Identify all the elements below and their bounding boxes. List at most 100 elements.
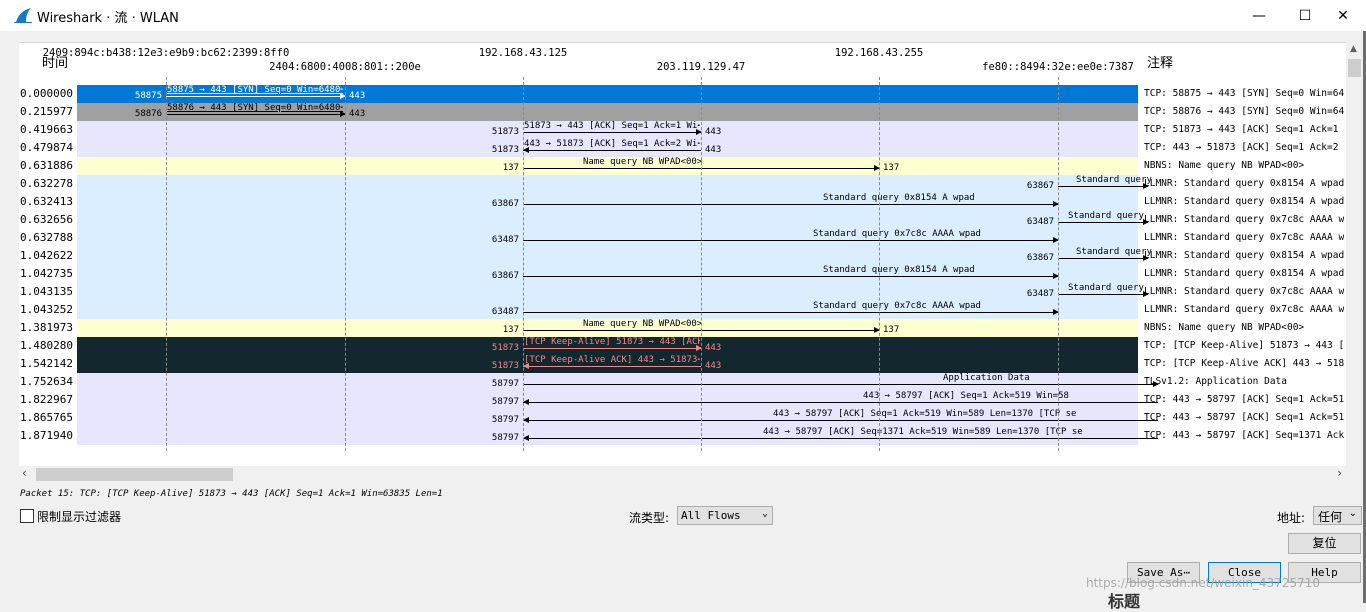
- flow-graph[interactable]: 时间 注释 2409:894c:b438:12e3:e9b9:bc62:2399…: [19, 42, 1346, 467]
- flow-arrow-line: [523, 276, 1058, 277]
- flow-row[interactable]: 1.752634 Application Data 58797 TLSv1.2: Ap…: [19, 373, 1346, 391]
- row-time: 1.542142: [20, 357, 73, 370]
- row-note: LLMNR: Standard query 0x8154 A wpad: [1144, 250, 1344, 261]
- source-port: 51873: [491, 361, 519, 371]
- row-time: 1.381973: [20, 321, 73, 334]
- minimize-button[interactable]: —: [1236, 0, 1282, 31]
- flow-label: Standard query 0x7c8c AAAA wpad: [813, 301, 981, 311]
- vertical-scrollbar[interactable]: ▲: [1346, 42, 1363, 466]
- flow-label: [TCP Keep-Alive] 51873 → 443 [ACK⋯: [524, 337, 700, 347]
- flow-row[interactable]: 0.632413 Standard query 0x8154 A wpad 6386…: [19, 193, 1346, 211]
- source-port: 63487: [1026, 217, 1054, 227]
- flow-row[interactable]: 0.631886 Name query NB WPAD<00> 137 137 NBNS…: [19, 157, 1346, 175]
- source-port: 63867: [491, 271, 519, 281]
- row-note: TCP: 51873 → 443 [ACK] Seq=1 Ack=1 W⋯: [1144, 124, 1344, 135]
- host-header-bottom-0: 2404:6800:4008:801::200e: [269, 61, 421, 73]
- host-header-top-2: 192.168.43.255: [834, 47, 924, 59]
- row-note: TLSv1.2: Application Data: [1144, 376, 1287, 387]
- lifeline: [701, 77, 702, 451]
- flow-row[interactable]: 0.215977 58876 → 443 [SYN] Seq=0 Win=6480…: [19, 103, 1346, 121]
- flow-arrow-line: [523, 312, 1058, 313]
- row-note: LLMNR: Standard query 0x8154 A wpad: [1144, 178, 1344, 189]
- flow-row[interactable]: 1.822967 443 → 58797 [ACK] Seq=1 Ack=519 …: [19, 391, 1346, 409]
- row-time: 1.043252: [20, 303, 73, 316]
- limit-filter-checkbox[interactable]: [20, 509, 34, 523]
- flow-row[interactable]: 1.042735 Standard query 0x8154 A wpad 6386…: [19, 265, 1346, 283]
- row-time: 1.752634: [20, 375, 73, 388]
- flow-arrow-line: [523, 240, 1058, 241]
- dest-port: 137: [883, 325, 900, 335]
- row-time: 0.632788: [20, 231, 73, 244]
- title-bar: Wireshark · 流 · WLAN — ☐ ✕: [0, 0, 1366, 31]
- row-time: 1.865765: [20, 411, 73, 424]
- row-band: [77, 211, 1138, 229]
- flow-row[interactable]: 0.632278Standard query 0x8154 A wpad6386…: [19, 175, 1346, 193]
- flow-label: [TCP Keep-Alive ACK] 443 → 51873⋯: [524, 355, 700, 365]
- flow-row[interactable]: 0.479874 443 → 51873 [ACK] Seq=1 Ack=2 Wi…: [19, 139, 1346, 157]
- flow-row[interactable]: 0.419663 51873 → 443 [ACK] Seq=1 Ack=1 Wi…: [19, 121, 1346, 139]
- host-header-top-0: 2409:894c:b438:12e3:e9b9:bc62:2399:8ff0: [42, 47, 290, 59]
- row-note: TCP: [TCP Keep-Alive ACK] 443 → 5187⋯: [1144, 358, 1344, 369]
- row-note: LLMNR: Standard query 0x7c8c AAAA wpad: [1144, 304, 1344, 315]
- flow-row[interactable]: 1.542142 [TCP Keep-Alive ACK] 443 → 51873…: [19, 355, 1346, 373]
- source-port: 137: [502, 325, 519, 335]
- flow-type-label: 流类型:: [629, 511, 670, 525]
- source-port: 58875: [134, 91, 162, 101]
- source-port: 58797: [491, 397, 519, 407]
- horizontal-scrollbar[interactable]: ‹ ›: [19, 466, 1346, 483]
- flow-arrow-line: [1058, 258, 1148, 259]
- flow-label: Name query NB WPAD<00>: [583, 319, 703, 329]
- flow-arrow-line: [523, 438, 1158, 439]
- flow-label: 58875 → 443 [SYN] Seq=0 Win=6480⋯: [167, 85, 343, 95]
- dest-port: 443: [705, 343, 722, 353]
- row-time: 0.631886: [20, 159, 73, 172]
- flow-row[interactable]: 1.043135 Standard query 0x7c8c AAAA wpad 6…: [19, 283, 1346, 301]
- address-select[interactable]: 任何 ⌄: [1313, 506, 1362, 525]
- vertical-scroll-thumb[interactable]: [1348, 59, 1361, 77]
- flow-row[interactable]: 1.042622Standard query 0x8154 A wpad6386…: [19, 247, 1346, 265]
- reset-button[interactable]: 复位: [1288, 533, 1361, 554]
- scroll-up-icon[interactable]: ▲: [1350, 44, 1357, 54]
- source-port: 58797: [491, 433, 519, 443]
- flow-row[interactable]: 1.381973 Name query NB WPAD<00> 137 137 NBNS…: [19, 319, 1346, 337]
- flow-row[interactable]: 1.043252 Standard query 0x7c8c AAAA wpad 6…: [19, 301, 1346, 319]
- flow-type-select[interactable]: All Flows ⌄: [677, 506, 773, 525]
- minimize-icon: —: [1252, 7, 1266, 24]
- row-note: LLMNR: Standard query 0x7c8c AAAA wpad: [1144, 232, 1344, 243]
- chevron-down-icon: ⌄: [761, 508, 768, 519]
- row-note: LLMNR: Standard query 0x8154 A wpad: [1144, 268, 1344, 279]
- flow-row[interactable]: 1.871940 443 → 58797 [ACK] Seq=1371 Ack=5…: [19, 427, 1346, 445]
- scroll-left-icon[interactable]: ‹: [22, 466, 27, 480]
- chevron-down-icon: ⌄: [1348, 508, 1357, 519]
- flow-row[interactable]: 0.632788 Standard query 0x7c8c AAAA wpad 6…: [19, 229, 1346, 247]
- limit-filter-label[interactable]: 限制显示过滤器: [37, 508, 121, 525]
- row-time: 0.632413: [20, 195, 73, 208]
- flow-row[interactable]: 1.865765 443 → 58797 [ACK] Seq=1 Ack=519 …: [19, 409, 1346, 427]
- scroll-right-icon[interactable]: ›: [1337, 466, 1342, 480]
- packet-status-line: Packet 15: TCP: [TCP Keep-Alive] 51873 →…: [20, 489, 443, 499]
- row-time: 1.042735: [20, 267, 73, 280]
- dest-port: 443: [705, 361, 722, 371]
- flow-label: Standard query 0x7c8c AAAA wpad: [1068, 283, 1148, 293]
- maximize-icon: ☐: [1298, 7, 1312, 24]
- flow-arrow-line: [523, 402, 1158, 403]
- source-port: 51873: [491, 145, 519, 155]
- horizontal-scroll-thumb[interactable]: [36, 468, 233, 481]
- flow-label: Standard query 0x7c8c AAAA wpad: [813, 229, 981, 239]
- source-port: 63867: [1026, 181, 1054, 191]
- flow-row[interactable]: 0.000000 58875 → 443 [SYN] Seq=0 Win=6480…: [19, 85, 1346, 103]
- flow-arrow-line: [523, 204, 1058, 205]
- row-time: 0.479874: [20, 141, 73, 154]
- flow-label: Standard query 0x8154 A wpad: [823, 265, 975, 275]
- flow-label: 58876 → 443 [SYN] Seq=0 Win=6480⋯: [167, 103, 343, 113]
- lifeline: [345, 77, 346, 451]
- flow-row[interactable]: 0.632656 Standard query 0x7c8c AAAA wpad 6…: [19, 211, 1346, 229]
- lifeline: [1058, 77, 1059, 451]
- window-title: Wireshark · 流 · WLAN: [37, 11, 179, 26]
- flow-row[interactable]: 1.480280 [TCP Keep-Alive] 51873 → 443 [AC…: [19, 337, 1346, 355]
- flow-arrow-line: [166, 114, 345, 115]
- close-window-button[interactable]: ✕: [1320, 0, 1366, 31]
- address-value: 任何: [1318, 510, 1343, 524]
- background-heading-fragment: 标题: [1108, 592, 1141, 611]
- close-icon: ✕: [1337, 7, 1349, 24]
